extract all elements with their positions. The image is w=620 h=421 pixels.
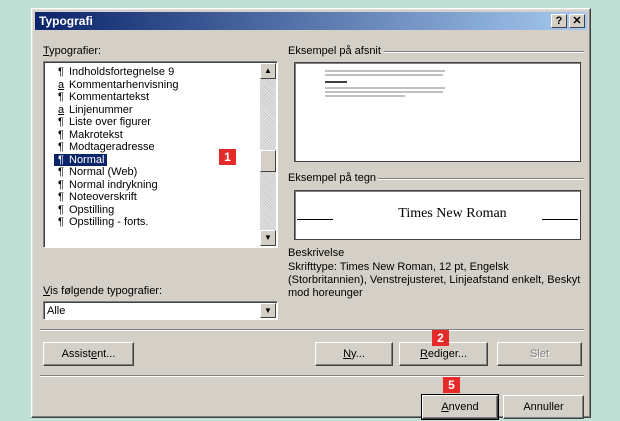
char-preview: Times New Roman: [294, 190, 581, 240]
style-name: Makrotekst: [69, 128, 123, 141]
style-name: Modtageradresse: [69, 141, 155, 153]
style-list-item[interactable]: a Kommentarhenvisning: [58, 79, 181, 91]
style-list-item[interactable]: ¶ Makrotekst: [58, 129, 126, 141]
paragraph-style-icon: ¶: [58, 203, 64, 216]
style-list-item[interactable]: ¶ Kommentartekst: [58, 91, 152, 103]
paragraph-style-icon: ¶: [58, 116, 64, 128]
paragraph-preview-divider: [384, 51, 584, 53]
callout-badge-2: 2: [432, 330, 449, 346]
styles-label: Typografier:: [43, 45, 102, 57]
delete-button[interactable]: Slet: [497, 342, 582, 366]
callout-badge-5: 5: [443, 377, 460, 393]
style-list-item[interactable]: ¶ Indholdsfortegnelse 9: [58, 66, 177, 78]
style-name: Opstilling: [69, 203, 115, 216]
title-bar: Typografi ? ✕: [35, 12, 587, 30]
style-name: Indholdsfortegnelse 9: [69, 66, 175, 78]
style-list-item[interactable]: ¶ Normal indrykning: [58, 179, 161, 191]
callout-badge-1: 1: [219, 149, 236, 165]
style-list-item[interactable]: ¶ Normal: [54, 153, 108, 166]
char-preview-divider: [378, 178, 584, 180]
paragraph-style-icon: ¶: [58, 216, 64, 228]
show-styles-label: Vis følgende typografier:: [43, 285, 163, 297]
apply-button[interactable]: Anvend: [421, 394, 499, 420]
style-list-item[interactable]: a Linjenummer: [58, 104, 136, 116]
show-styles-combo[interactable]: Alle ▼: [43, 301, 278, 320]
show-styles-value: Alle: [47, 305, 66, 317]
divider-bottom: [40, 375, 584, 377]
paragraph-style-icon: ¶: [58, 91, 64, 103]
style-name: Liste over figurer: [69, 116, 151, 128]
style-list-item[interactable]: ¶ Opstilling: [58, 204, 117, 216]
style-name: Linjenummer: [69, 103, 133, 116]
scroll-up-button[interactable]: ▲: [260, 63, 276, 79]
paragraph-style-icon: ¶: [58, 191, 64, 203]
style-list-item[interactable]: ¶ Liste over figurer: [58, 116, 154, 128]
style-name: Opstilling - forts.: [69, 216, 149, 228]
typografi-dialog: Typografi ? ✕ Typografier: ¶ Indholdsfort…: [31, 8, 591, 420]
chevron-down-icon[interactable]: ▼: [260, 303, 276, 318]
scroll-down-button[interactable]: ▼: [260, 230, 276, 246]
style-name: Normal indrykning: [69, 178, 158, 191]
paragraph-style-icon: ¶: [58, 141, 64, 153]
style-list-item[interactable]: ¶ Noteoverskrift: [58, 191, 140, 203]
style-list-item[interactable]: ¶ Opstilling - forts.: [58, 216, 151, 228]
style-name: Noteoverskrift: [69, 191, 137, 203]
style-name: Normal (Web): [69, 166, 138, 178]
help-button[interactable]: ?: [551, 14, 567, 28]
paragraph-style-icon: ¶: [58, 153, 64, 166]
cancel-button[interactable]: Annuller: [503, 395, 584, 419]
assistant-button[interactable]: Assistent...: [43, 342, 134, 366]
styles-listbox[interactable]: ¶ Indholdsfortegnelse 9 a Kommentarhenvisni…: [43, 61, 278, 248]
description-text: Skrifttype: Times New Roman, 12 pt, Enge…: [288, 261, 581, 299]
character-style-icon: a: [58, 103, 65, 116]
description-label: Beskrivelse: [288, 247, 345, 259]
dialog-title: Typografi: [39, 14, 93, 28]
character-style-icon: a: [58, 78, 65, 91]
styles-scrollbar[interactable]: ▲ ▼: [260, 63, 276, 246]
char-preview-text: Times New Roman: [398, 206, 507, 221]
paragraph-style-icon: ¶: [58, 128, 64, 141]
style-name: Kommentarhenvisning: [69, 78, 179, 91]
style-name: Normal: [69, 153, 105, 166]
paragraph-style-icon: ¶: [58, 166, 64, 178]
style-list-item[interactable]: ¶ Normal (Web): [58, 166, 140, 178]
scroll-thumb[interactable]: [260, 150, 276, 172]
style-name: Kommentartekst: [69, 91, 150, 103]
style-list-item[interactable]: ¶ Modtageradresse: [58, 141, 158, 153]
char-preview-label: Eksempel på tegn: [288, 172, 377, 184]
paragraph-style-icon: ¶: [58, 66, 64, 78]
close-button[interactable]: ✕: [569, 14, 585, 28]
paragraph-preview-label: Eksempel på afsnit: [288, 45, 381, 57]
paragraph-style-icon: ¶: [58, 178, 64, 191]
new-button[interactable]: Ny...: [315, 342, 393, 366]
paragraph-preview: [294, 62, 581, 162]
divider-top: [40, 329, 584, 331]
